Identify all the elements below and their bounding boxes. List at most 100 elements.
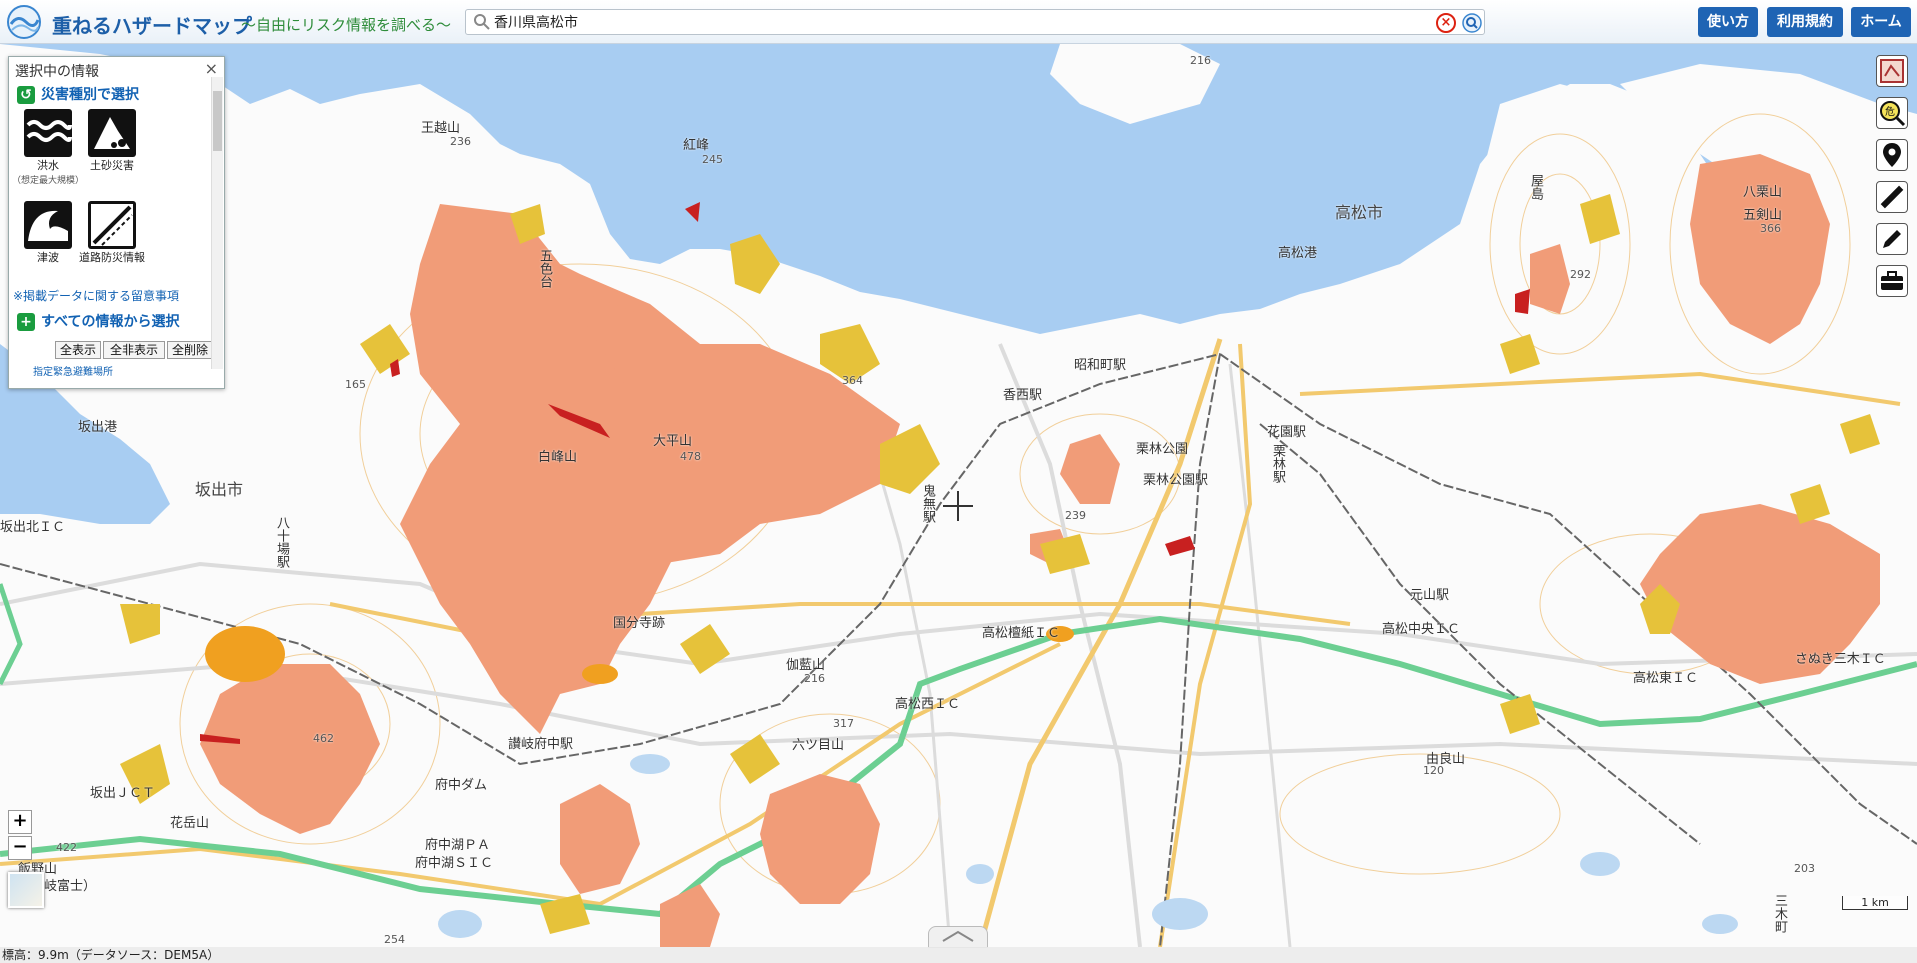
label-beni-mountain: 紅峰 xyxy=(683,138,710,153)
hazard-flood-sublabel: （想定最大規模） xyxy=(11,176,84,186)
select-all-info-button[interactable]: + すべての情報から選択 xyxy=(17,311,179,333)
selected-info-panel: 選択中の情報 × ↺ 災害種別で選択 洪水 （想定最大規模） 土砂災害 津波 道路… xyxy=(8,56,225,389)
label-sakaide-port: 坂出港 xyxy=(78,420,118,435)
elev-364: 364 xyxy=(842,374,863,387)
label-hanazono-station: 花園駅 xyxy=(1267,425,1307,440)
elev-120: 120 xyxy=(1423,764,1444,777)
label-yaso-station: 八十場駅 xyxy=(274,516,289,568)
hide-all-button[interactable]: 全非表示 xyxy=(103,341,165,359)
elev-216b: 216 xyxy=(804,672,825,685)
search-submit-icon[interactable] xyxy=(1462,13,1482,33)
location-button[interactable] xyxy=(1876,139,1908,171)
elev-317: 317 xyxy=(833,717,854,730)
label-takamatsu-port: 高松港 xyxy=(1278,246,1318,261)
zoom-in-button[interactable]: + xyxy=(8,810,32,834)
search-icon xyxy=(474,14,490,30)
terms-button[interactable]: 利用規約 xyxy=(1767,7,1843,37)
label-sakaide-city: 坂出市 xyxy=(195,480,244,499)
label-ritsurin-park-station: 栗林公園駅 xyxy=(1143,473,1209,488)
elev-236: 236 xyxy=(450,135,471,148)
show-all-button[interactable]: 全表示 xyxy=(55,341,101,359)
elevation-footer: 標高：9.9m（データソース：DEM5A） xyxy=(0,947,1917,963)
clear-search-button[interactable]: × xyxy=(1436,13,1456,33)
draw-button[interactable] xyxy=(1876,223,1908,255)
tsunami-icon xyxy=(24,201,72,249)
home-button[interactable]: ホーム xyxy=(1851,7,1911,37)
measure-button[interactable] xyxy=(1876,181,1908,213)
panel-scrollbar[interactable] xyxy=(211,77,223,369)
elev-165: 165 xyxy=(345,378,366,391)
zoom-out-button[interactable]: − xyxy=(8,836,32,860)
delete-all-button[interactable]: 全削除 xyxy=(167,341,213,359)
label-motoyama-station: 元山駅 xyxy=(1410,588,1450,603)
label-goken-mountain: 五剣山 xyxy=(1743,208,1783,223)
search-box: × xyxy=(465,9,1485,35)
label-owashi-mountain: 王越山 xyxy=(421,121,461,136)
panel-scroll-thumb[interactable] xyxy=(213,91,222,151)
label-showacho-station: 昭和町駅 xyxy=(1074,358,1127,373)
panel-close-button[interactable]: × xyxy=(205,59,218,78)
label-ic-takamatsu-central: 高松中央ＩＣ xyxy=(1382,622,1461,637)
scale-bar: 1 km xyxy=(1842,896,1908,910)
evacuation-site-link[interactable]: 指定緊急避難場所 xyxy=(33,363,113,378)
plus-icon: + xyxy=(17,313,35,331)
elev-239: 239 xyxy=(1065,509,1086,522)
hazard-road[interactable]: 道路防災情報 xyxy=(67,201,157,265)
bottom-panel-toggle[interactable] xyxy=(928,926,988,948)
label-ic-takamatsu-east: 高松東ＩＣ xyxy=(1633,671,1699,686)
label-ritsurin-station: 栗林駅 xyxy=(1270,444,1285,483)
elev-216: 216 xyxy=(1190,54,1211,67)
chevron-up-icon xyxy=(942,930,974,942)
hazard-road-label: 道路防災情報 xyxy=(79,251,145,264)
app-header: 重ねるハザードマップ ～自由にリスク情報を調べる～ × 使い方 利用規約 ホーム xyxy=(0,0,1917,44)
hazard-landslide[interactable]: 土砂災害 xyxy=(67,109,157,173)
elev-292: 292 xyxy=(1570,268,1591,281)
label-kozai-station: 香西駅 xyxy=(1003,388,1043,403)
search-input[interactable] xyxy=(494,11,1394,33)
label-yashima: 屋島 xyxy=(1528,174,1543,200)
label-kinashi-station: 鬼無駅 xyxy=(920,484,935,523)
label-fuchu-dam: 府中ダム xyxy=(435,778,488,793)
base-map-switch-button[interactable] xyxy=(8,872,44,908)
label-sakaide-jct: 坂出ＪＣＴ xyxy=(90,786,156,801)
label-sakaide-kita-ic: 坂出北ＩＣ xyxy=(0,520,66,535)
elev-245: 245 xyxy=(702,153,723,166)
select-by-type-button[interactable]: ↺ 災害種別で選択 xyxy=(17,84,139,106)
label-ic-takamatsu-hinoki: 高松檀紙ＩＣ xyxy=(982,626,1061,641)
label-otaki-mountain: 大平山 xyxy=(653,434,693,449)
map-select-button[interactable] xyxy=(1876,55,1908,87)
road-icon xyxy=(88,201,136,249)
location-pin-icon xyxy=(1883,143,1901,167)
svg-text:危: 危 xyxy=(1885,106,1895,118)
label-hanaeno-mountain: 花岳山 xyxy=(170,816,210,831)
select-by-type-label: 災害種別で選択 xyxy=(41,87,139,103)
toolbox-button[interactable] xyxy=(1876,265,1908,297)
app-title[interactable]: 重ねるハザードマップ xyxy=(52,10,252,39)
map-select-icon xyxy=(1880,59,1904,83)
elev-203: 203 xyxy=(1794,862,1815,875)
flood-icon xyxy=(24,109,72,157)
hazard-check-button[interactable]: 危 xyxy=(1876,97,1908,129)
app-logo-icon[interactable] xyxy=(6,4,42,40)
pencil-icon xyxy=(1883,230,1901,248)
back-arrow-icon: ↺ xyxy=(17,86,35,104)
elev-462: 462 xyxy=(313,732,334,745)
ruler-icon xyxy=(1880,185,1904,209)
elev-478: 478 xyxy=(680,450,701,463)
label-ic-fuchuko: 府中湖ＳＩＣ xyxy=(415,856,494,871)
app-subtitle: ～自由にリスク情報を調べる～ xyxy=(241,16,452,34)
usage-button[interactable]: 使い方 xyxy=(1698,7,1758,37)
panel-title: 選択中の情報 xyxy=(15,64,99,80)
elev-366: 366 xyxy=(1760,222,1781,235)
map-center-crosshair-icon xyxy=(943,491,973,521)
label-shiromine-mountain: 白峰山 xyxy=(538,450,578,465)
label-rokumetsu-mountain: 六ツ目山 xyxy=(792,738,845,753)
data-notice-link[interactable]: ※掲載データに関する留意事項 xyxy=(13,287,179,304)
label-hachiko-mountain: 八栗山 xyxy=(1743,185,1783,200)
elev-254: 254 xyxy=(384,933,405,946)
hazard-check-icon: 危 xyxy=(1880,101,1906,127)
landslide-icon xyxy=(88,109,136,157)
label-kagetsu-mountain: 伽藍山 xyxy=(786,658,826,673)
label-takamatsu-city: 高松市 xyxy=(1335,203,1384,222)
label-ic-takamatsu-west: 高松西ＩＣ xyxy=(895,697,961,712)
